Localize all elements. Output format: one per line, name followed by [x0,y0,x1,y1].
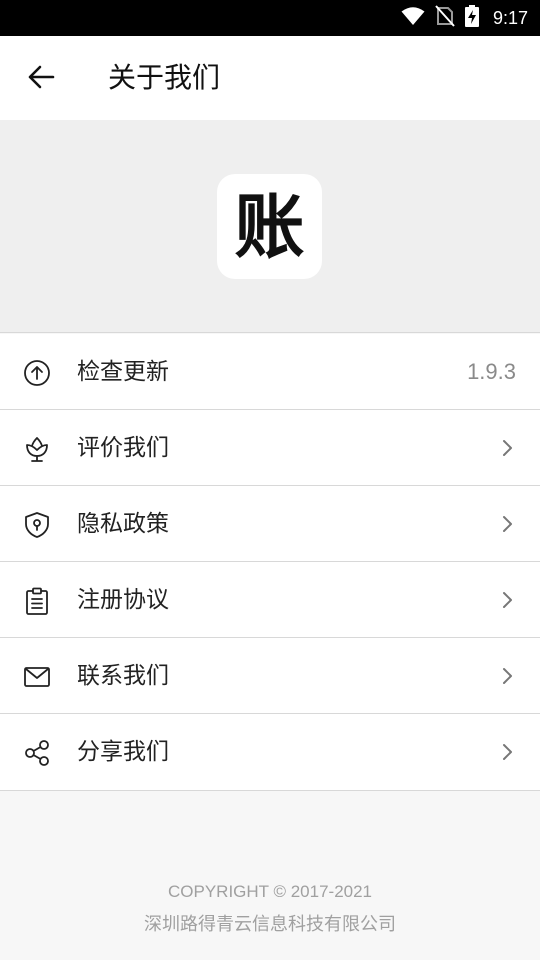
rate-us-label: 评价我们 [77,435,169,461]
contact-us-row[interactable]: 联系我们 [0,638,540,714]
chevron-right-icon [496,512,520,536]
flower-icon [22,434,52,464]
version-value: 1.9.3 [467,359,516,384]
no-sim-icon [435,5,455,31]
chevron-right-icon [496,740,520,764]
wifi-icon [401,6,425,30]
shield-icon [22,510,52,540]
privacy-policy-label: 隐私政策 [77,511,169,537]
privacy-policy-row[interactable]: 隐私政策 [0,486,540,562]
arrow-left-icon [27,65,55,93]
company-name: 深圳路得青云信息科技有限公司 [144,914,396,935]
chevron-right-icon [496,664,520,688]
copyright-text: COPYRIGHT © 2017-2021 [167,882,373,901]
status-bar: 9:17 [0,0,540,36]
chevron-right-icon [496,588,520,612]
page-title: 关于我们 [108,61,221,94]
status-icons: 9:17 [401,0,528,36]
check-update-label: 检查更新 [77,359,169,385]
rate-us-row[interactable]: 评价我们 [0,410,540,486]
check-update-row[interactable]: 检查更新 1.9.3 [0,334,540,410]
battery-charging-icon [464,5,479,31]
share-us-row[interactable]: 分享我们 [0,714,540,790]
back-button[interactable] [20,58,62,100]
status-time: 9:17 [492,7,528,28]
menu-list: 检查更新 1.9.3 评价我们 隐私政策 注册协议 联系我们 分享我们 [0,334,540,791]
chevron-right-icon [496,436,520,460]
logo-character: 账 [234,184,305,268]
share-icon [22,738,52,768]
mail-icon [22,662,52,692]
footer: COPYRIGHT © 2017-2021 深圳路得青云信息科技有限公司 [0,878,540,942]
user-agreement-label: 注册协议 [77,587,169,613]
hero-section: 账 [0,120,540,333]
app-bar: 关于我们 [0,36,540,120]
user-agreement-row[interactable]: 注册协议 [0,562,540,638]
clipboard-icon [22,586,52,616]
share-us-label: 分享我们 [77,739,169,765]
arrow-up-circle-icon [22,358,52,388]
app-logo: 账 [217,174,322,279]
contact-us-label: 联系我们 [77,663,169,689]
